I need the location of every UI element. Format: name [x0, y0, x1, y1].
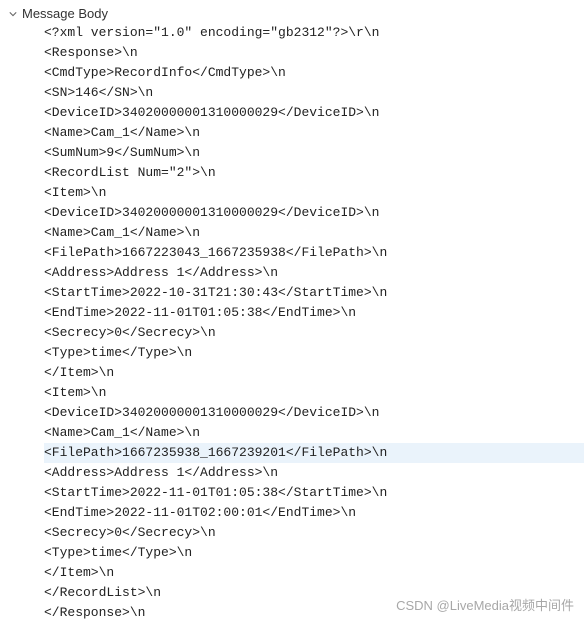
body-line[interactable]: <EndTime>2022-11-01T01:05:38</EndTime>\n	[44, 303, 584, 323]
body-line[interactable]: </RecordList>\n	[44, 583, 584, 603]
body-line[interactable]: <Name>Cam_1</Name>\n	[44, 223, 584, 243]
body-line[interactable]: <Item>\n	[44, 383, 584, 403]
body-line[interactable]: <Name>Cam_1</Name>\n	[44, 123, 584, 143]
body-line[interactable]: <CmdType>RecordInfo</CmdType>\n	[44, 63, 584, 83]
body-line[interactable]: <Name>Cam_1</Name>\n	[44, 423, 584, 443]
body-line[interactable]: <EndTime>2022-11-01T02:00:01</EndTime>\n	[44, 503, 584, 523]
body-line[interactable]: <Item>\n	[44, 183, 584, 203]
body-line[interactable]: <Address>Address 1</Address>\n	[44, 263, 584, 283]
body-line[interactable]: <DeviceID>34020000001310000029</DeviceID…	[44, 203, 584, 223]
body-line[interactable]: <Secrecy>0</Secrecy>\n	[44, 323, 584, 343]
body-line[interactable]: <DeviceID>34020000001310000029</DeviceID…	[44, 103, 584, 123]
body-line[interactable]: <StartTime>2022-11-01T01:05:38</StartTim…	[44, 483, 584, 503]
body-line[interactable]: <RecordList Num="2">\n	[44, 163, 584, 183]
body-line[interactable]: <SN>146</SN>\n	[44, 83, 584, 103]
tree-node-header[interactable]: Message Body	[8, 4, 584, 23]
body-line[interactable]: </Item>\n	[44, 363, 584, 383]
body-line[interactable]: <StartTime>2022-10-31T21:30:43</StartTim…	[44, 283, 584, 303]
body-line[interactable]: <?xml version="1.0" encoding="gb2312"?>\…	[44, 23, 584, 43]
body-line[interactable]: <FilePath>1667235938_1667239201</FilePat…	[44, 443, 584, 463]
body-line[interactable]: <FilePath>1667223043_1667235938</FilePat…	[44, 243, 584, 263]
message-body-lines: <?xml version="1.0" encoding="gb2312"?>\…	[8, 23, 584, 620]
body-line[interactable]: </Item>\n	[44, 563, 584, 583]
body-line[interactable]: <Secrecy>0</Secrecy>\n	[44, 523, 584, 543]
body-line[interactable]: <Type>time</Type>\n	[44, 543, 584, 563]
body-line[interactable]: <SumNum>9</SumNum>\n	[44, 143, 584, 163]
body-line[interactable]: <DeviceID>34020000001310000029</DeviceID…	[44, 403, 584, 423]
body-line[interactable]: <Address>Address 1</Address>\n	[44, 463, 584, 483]
body-line[interactable]: <Response>\n	[44, 43, 584, 63]
chevron-down-icon[interactable]	[8, 10, 18, 18]
body-line[interactable]: <Type>time</Type>\n	[44, 343, 584, 363]
tree-node-label: Message Body	[22, 6, 108, 21]
tree-root: Message Body <?xml version="1.0" encodin…	[0, 0, 584, 620]
body-line[interactable]: </Response>\n	[44, 603, 584, 620]
